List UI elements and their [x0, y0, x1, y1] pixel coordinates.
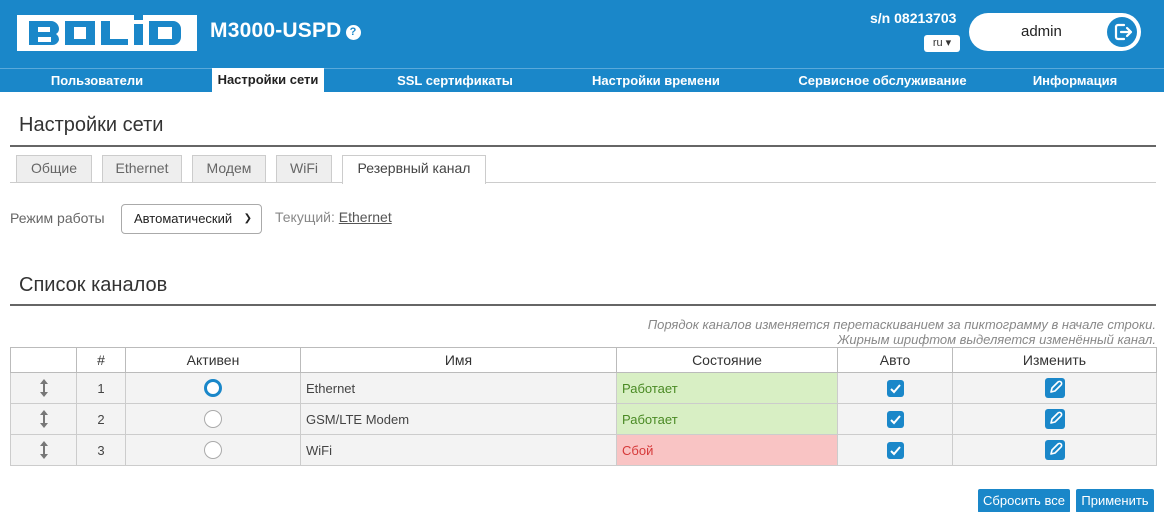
nav-item-users[interactable]: Пользователи [22, 69, 172, 93]
title-divider [10, 145, 1156, 147]
checkmark-icon [889, 445, 901, 456]
user-name: admin [1021, 23, 1062, 40]
serial-number: s/n 08213703 [870, 10, 957, 26]
edit-button[interactable] [1044, 409, 1065, 429]
header: M3000-USPD? s/n 08213703 ru ▾ admin [0, 0, 1164, 68]
channel-name: Ethernet [300, 372, 617, 404]
main-nav: Пользователи Настройки сети SSL сертифик… [0, 68, 1164, 93]
edit-cell [952, 403, 1157, 435]
active-cell [125, 372, 301, 404]
auto-checkbox[interactable] [886, 441, 904, 459]
row-number: 1 [76, 372, 126, 404]
mode-select-value: Автоматический [134, 211, 233, 226]
channel-name: GSM/LTE Modem [300, 403, 617, 435]
row-number: 3 [76, 434, 126, 466]
hint-bold: Жирным шрифтом выделяется изменённый кан… [837, 332, 1156, 347]
language-value: ru [932, 37, 943, 49]
channel-name: WiFi [300, 434, 617, 466]
bolid-logo[interactable] [17, 11, 197, 53]
drag-handle-cell[interactable] [10, 403, 77, 435]
pencil-icon [1049, 411, 1062, 424]
column-header-name: Имя [300, 347, 617, 373]
product-title: M3000-USPD? [210, 19, 361, 43]
tab-modem[interactable]: Модем [192, 155, 266, 182]
auto-cell [837, 372, 953, 404]
tab-general[interactable]: Общие [16, 155, 92, 182]
logout-icon[interactable] [1107, 17, 1137, 47]
channel-state: Сбой [616, 434, 838, 466]
hint-drag: Порядок каналов изменяется перетаскивани… [647, 317, 1156, 332]
auto-cell [837, 434, 953, 466]
auto-cell [837, 403, 953, 435]
user-box: admin [969, 13, 1141, 51]
active-radio[interactable] [204, 379, 222, 397]
active-cell [125, 434, 301, 466]
current-channel-link[interactable]: Ethernet [339, 209, 392, 225]
column-header-drag [10, 347, 77, 373]
drag-handle-cell[interactable] [10, 372, 77, 404]
nav-item-service[interactable]: Сервисное обслуживание [775, 69, 990, 93]
pencil-icon [1049, 442, 1062, 455]
channel-state: Работает [616, 372, 838, 404]
row-number: 2 [76, 403, 126, 435]
edit-button[interactable] [1044, 440, 1065, 460]
tab-backup-channel[interactable]: Резервный канал [342, 155, 486, 184]
column-header-auto: Авто [837, 347, 953, 373]
chevron-down-icon: ▾ [945, 37, 952, 49]
chevron-down-icon: ❯ [243, 213, 252, 224]
table-row: 1 Ethernet Работает [10, 372, 1157, 404]
section-title: Список каналов [19, 274, 168, 296]
channel-state: Работает [616, 403, 838, 435]
apply-button[interactable]: Применить [1076, 489, 1154, 512]
drag-handle-icon[interactable] [39, 441, 49, 459]
table-row: 3 WiFi Сбой [10, 434, 1157, 466]
column-header-state: Состояние [616, 347, 838, 373]
checkmark-icon [889, 414, 901, 425]
tab-wifi[interactable]: WiFi [276, 155, 332, 182]
active-radio[interactable] [204, 441, 222, 459]
nav-item-time-settings[interactable]: Настройки времени [566, 69, 746, 93]
drag-handle-icon[interactable] [39, 410, 49, 428]
settings-tabs: Общие Ethernet Модем WiFi Резервный кана… [10, 155, 1156, 184]
channels-table: # Активен Имя Состояние Авто Изменить 1 … [10, 347, 1157, 466]
column-header-active: Активен [125, 347, 301, 373]
auto-checkbox[interactable] [886, 410, 904, 428]
product-name: M3000-USPD [210, 19, 342, 42]
reset-all-button[interactable]: Сбросить все [978, 489, 1070, 512]
edit-cell [952, 434, 1157, 466]
table-row: 2 GSM/LTE Modem Работает [10, 403, 1157, 435]
page-title: Настройки сети [19, 114, 164, 136]
checkmark-icon [889, 383, 901, 394]
current-channel-label: Текущий: [275, 209, 335, 225]
current-channel: Текущий: Ethernet [275, 209, 392, 225]
table-header-row: # Активен Имя Состояние Авто Изменить [10, 347, 1157, 373]
pencil-icon [1049, 380, 1062, 393]
edit-cell [952, 372, 1157, 404]
column-header-edit: Изменить [952, 347, 1157, 373]
help-icon[interactable]: ? [345, 25, 361, 40]
mode-select[interactable]: Автоматический ❯ [121, 204, 262, 234]
language-select[interactable]: ru ▾ [924, 35, 960, 52]
active-cell [125, 403, 301, 435]
nav-item-information[interactable]: Информация [1005, 69, 1145, 93]
active-radio[interactable] [204, 410, 222, 428]
column-header-number: # [76, 347, 126, 373]
section-divider [10, 304, 1156, 306]
auto-checkbox[interactable] [886, 379, 904, 397]
tab-ethernet[interactable]: Ethernet [102, 155, 182, 182]
drag-handle-cell[interactable] [10, 434, 77, 466]
drag-handle-icon[interactable] [39, 379, 49, 397]
nav-item-ssl-certificates[interactable]: SSL сертификаты [370, 69, 540, 93]
mode-label: Режим работы [10, 210, 105, 226]
nav-item-network-settings[interactable]: Настройки сети [212, 68, 324, 93]
edit-button[interactable] [1044, 378, 1065, 398]
